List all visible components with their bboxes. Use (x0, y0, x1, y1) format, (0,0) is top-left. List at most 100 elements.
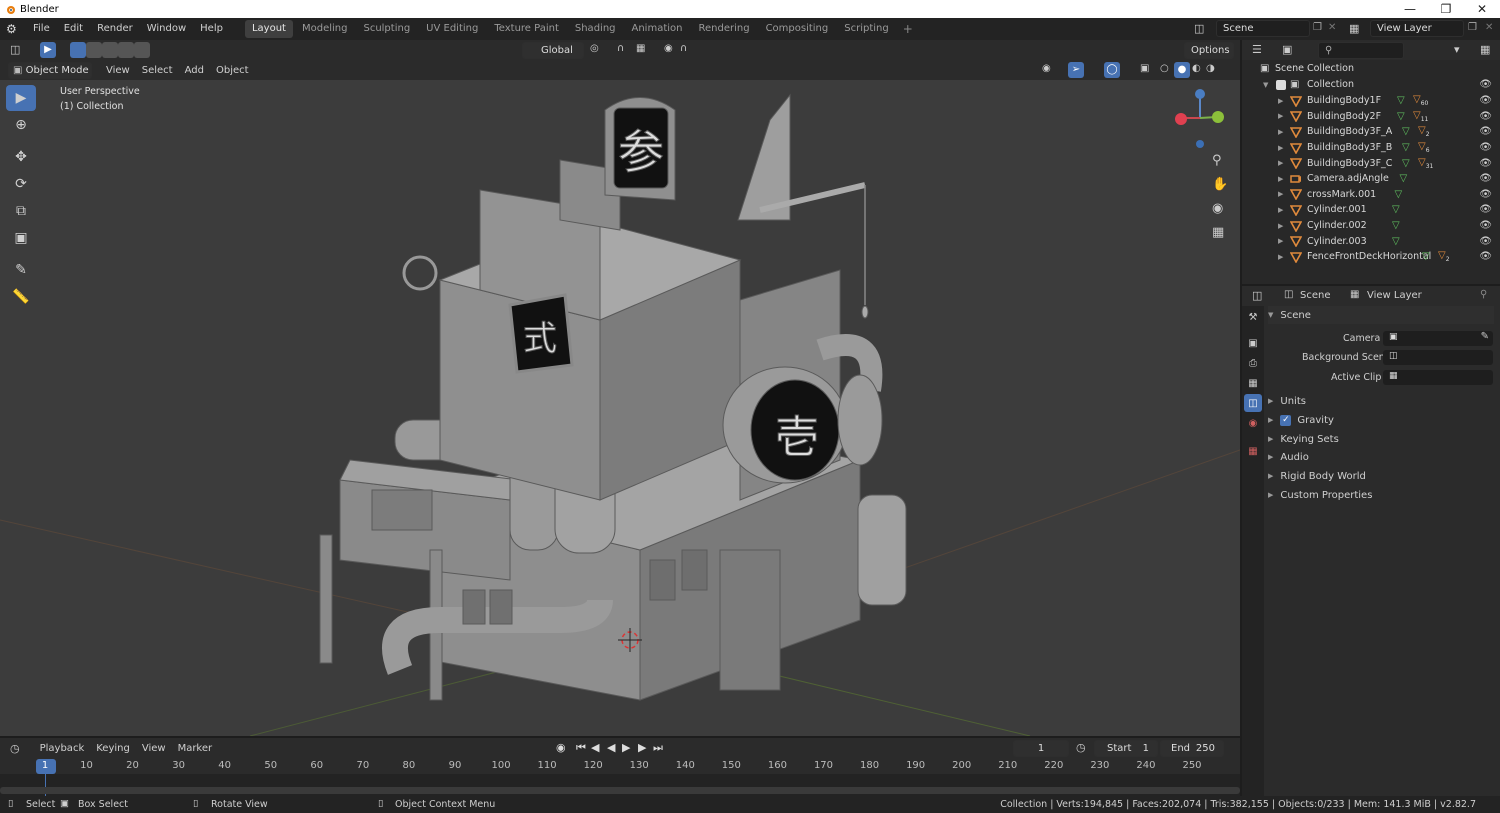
navigation-gizmo[interactable] (1170, 84, 1230, 154)
shading-material-icon[interactable]: ◐ (1192, 63, 1201, 74)
outliner-search-input[interactable]: ⚲ (1318, 42, 1404, 59)
viewport-menu-view[interactable]: View (100, 65, 136, 76)
filter-icon[interactable]: ▾ (1454, 43, 1460, 56)
play-icon[interactable]: ▶ (622, 741, 630, 754)
pan-hand-icon[interactable]: ✋ (1212, 177, 1228, 192)
eye-icon[interactable]: 👁 (1479, 220, 1492, 231)
transform-tool-icon[interactable]: ▣ (6, 225, 36, 251)
outliner-item[interactable]: ▶ Cylinder.002 ▽ 👁 (1242, 218, 1500, 234)
transform-orientation-dropdown[interactable]: Global (522, 42, 584, 59)
menu-window[interactable]: Window (140, 18, 193, 40)
menu-help[interactable]: Help (193, 18, 230, 40)
view-layer-icon[interactable]: ▦ (1349, 22, 1359, 35)
tab-rendering[interactable]: Rendering (691, 20, 756, 38)
menu-edit[interactable]: Edit (57, 18, 90, 40)
active-clip-field[interactable]: ▦ (1383, 370, 1493, 385)
outliner-item[interactable]: ▶ Cylinder.001 ▽ 👁 (1242, 202, 1500, 218)
gravity-panel[interactable]: ▶ ✓ Gravity (1268, 411, 1494, 429)
expand-arrow-icon[interactable]: ▶ (1278, 175, 1283, 183)
shading-rendered-icon[interactable]: ◑ (1206, 63, 1215, 74)
new-view-layer-icon[interactable]: ❐ (1468, 22, 1477, 33)
editor-type-icon[interactable]: ◫ (10, 43, 20, 56)
select-tool-icon[interactable]: ▶ (40, 42, 56, 58)
eye-icon[interactable]: 👁 (1479, 236, 1492, 247)
eye-icon[interactable]: 👁 (1479, 204, 1492, 215)
select-intersect-icon[interactable] (134, 42, 150, 58)
tab-animation[interactable]: Animation (625, 20, 690, 38)
tab-shading[interactable]: Shading (568, 20, 623, 38)
tab-uv-editing[interactable]: UV Editing (419, 20, 485, 38)
gravity-checkbox[interactable]: ✓ (1280, 414, 1292, 426)
properties-editor-type-icon[interactable]: ◫ (1252, 289, 1262, 302)
select-extend-icon[interactable] (86, 42, 102, 58)
select-box-tool-icon[interactable]: ▶ (6, 85, 36, 111)
breadcrumb-view-layer[interactable]: View Layer (1367, 290, 1422, 301)
new-scene-icon[interactable]: ❐ (1313, 22, 1322, 33)
render-tab-icon[interactable]: ▣ (1244, 334, 1262, 352)
expand-arrow-icon[interactable]: ▶ (1278, 222, 1283, 230)
custom-properties-panel[interactable]: ▶ Custom Properties (1268, 486, 1494, 504)
eye-icon[interactable]: 👁 (1479, 189, 1492, 200)
eye-icon[interactable]: 👁 (1479, 126, 1492, 137)
new-collection-icon[interactable]: ▦ (1480, 43, 1490, 56)
jump-end-icon[interactable]: ⏭ (653, 741, 663, 755)
tool-tab-icon[interactable]: ⚒ (1244, 308, 1262, 326)
start-frame-field[interactable]: Start 1 (1094, 740, 1158, 757)
measure-tool-icon[interactable]: 📏 (6, 284, 36, 310)
next-keyframe-icon[interactable]: ▶ (638, 741, 646, 754)
expand-arrow-icon[interactable]: ▶ (1278, 159, 1283, 167)
menu-file[interactable]: File (26, 18, 57, 40)
pin-icon[interactable]: ⚲ (1480, 289, 1487, 300)
eyedropper-icon[interactable]: ✎ (1481, 331, 1489, 342)
current-frame-field[interactable]: 1 (1013, 740, 1069, 757)
outliner-collection[interactable]: ▼ ▣ Collection 👁 (1242, 77, 1500, 93)
texture-tab-icon[interactable]: ▦ (1244, 442, 1262, 460)
timeline-menu-view[interactable]: View (136, 743, 172, 754)
mode-dropdown[interactable]: ▣ Object Mode (8, 61, 92, 79)
shading-solid-icon[interactable]: ● (1174, 62, 1190, 78)
scene-selector-icon[interactable]: ◫ (1194, 22, 1204, 35)
display-mode-icon[interactable]: ▣ (1282, 43, 1292, 56)
add-workspace-icon[interactable]: + (903, 22, 913, 36)
end-frame-field[interactable]: End 250 (1160, 740, 1224, 757)
scale-tool-icon[interactable]: ⧉ (6, 198, 36, 224)
collapse-arrow-icon[interactable]: ▼ (1263, 81, 1268, 89)
breadcrumb-scene[interactable]: Scene (1300, 290, 1331, 301)
timeline-editor-type-icon[interactable]: ◷ (10, 742, 20, 755)
jump-start-icon[interactable]: ⏮ (576, 741, 586, 755)
background-scene-field[interactable]: ◫ (1383, 350, 1493, 365)
overlay-toggle-icon[interactable]: ◯ (1104, 62, 1120, 78)
timeline-scrollbar[interactable] (0, 787, 1240, 794)
eye-icon[interactable]: 👁 (1479, 251, 1492, 262)
snap-icon[interactable]: ∩ (617, 43, 624, 54)
expand-arrow-icon[interactable]: ▶ (1278, 128, 1283, 136)
zoom-icon[interactable]: ⚲ (1212, 153, 1222, 168)
snap-target-icon[interactable]: ▦ (636, 43, 645, 54)
timeline-area[interactable]: 1 10 20 30 40 50 60 70 80 90 100 110 120 130 140 150 160… (0, 758, 1240, 796)
expand-arrow-icon[interactable]: ▶ (1278, 97, 1283, 105)
collection-checkbox[interactable] (1276, 80, 1286, 90)
eye-icon[interactable]: 👁 (1479, 111, 1492, 122)
eye-icon[interactable]: 👁 (1479, 79, 1492, 90)
view-layer-field[interactable]: View Layer (1370, 20, 1464, 37)
expand-arrow-icon[interactable]: ▶ (1278, 144, 1283, 152)
eye-icon[interactable]: 👁 (1479, 95, 1492, 106)
expand-arrow-icon[interactable]: ▶ (1278, 190, 1283, 198)
outliner-item[interactable]: ▶ crossMark.001 ▽ 👁 (1242, 187, 1500, 203)
outliner-item[interactable]: ▶ Camera.adjAngle ▽ 👁 (1242, 171, 1500, 187)
delete-scene-icon[interactable]: ✕ (1328, 22, 1336, 33)
3d-viewport[interactable]: 参 式 壱 User Perspective (1) Collection ⚲ … (0, 80, 1240, 736)
expand-arrow-icon[interactable]: ▶ (1278, 253, 1283, 261)
camera-view-icon[interactable]: ◉ (1212, 201, 1223, 216)
outliner-item[interactable]: ▶ BuildingBody3F_C ▽ ▽31 👁 (1242, 155, 1500, 171)
eye-icon[interactable]: 👁 (1479, 142, 1492, 153)
timeline-menu-keying[interactable]: Keying (90, 743, 136, 754)
prev-keyframe-icon[interactable]: ◀ (591, 741, 599, 754)
outliner-item[interactable]: ▶ BuildingBody3F_A ▽ ▽2 👁 (1242, 124, 1500, 140)
units-panel[interactable]: ▶ Units (1268, 392, 1494, 410)
scene-panel-header[interactable]: ▼ Scene (1268, 306, 1494, 324)
tab-sculpting[interactable]: Sculpting (356, 20, 417, 38)
falloff-icon[interactable]: ∩ (680, 43, 687, 54)
outliner-item[interactable]: ▶ BuildingBody2F ▽ ▽11 👁 (1242, 109, 1500, 125)
viewport-menu-object[interactable]: Object (210, 65, 255, 76)
